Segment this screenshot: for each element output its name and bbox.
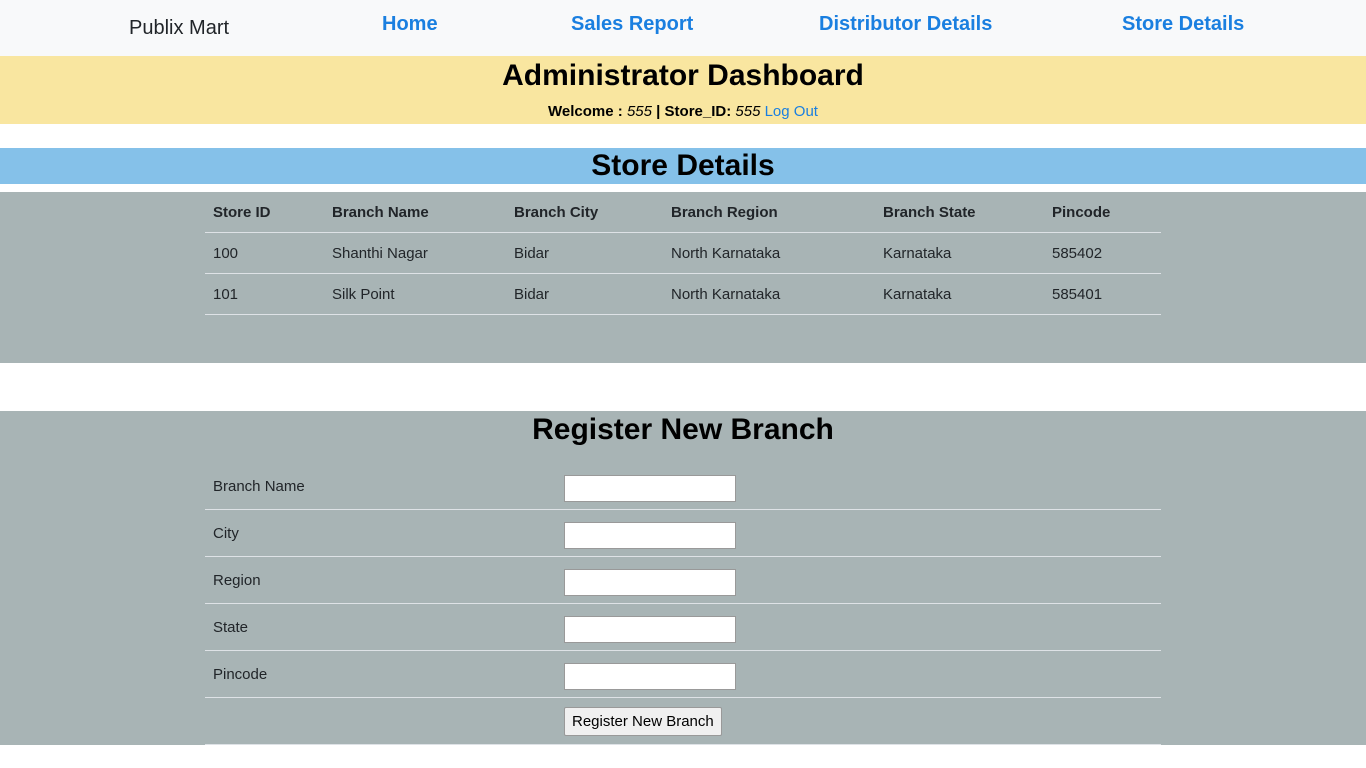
store-details-panel: Store ID Branch Name Branch City Branch … [0, 192, 1366, 363]
cell-branch-region: North Karnataka [663, 232, 875, 274]
table-header-row: Store ID Branch Name Branch City Branch … [205, 192, 1161, 233]
column-header: Branch Name [324, 192, 506, 233]
welcome-user-id: 555 [626, 103, 652, 120]
welcome-line: Welcome : 555 | Store_ID: 555 Log Out [0, 103, 1366, 120]
nav-link-store-details[interactable]: Store Details [1122, 13, 1244, 36]
form-row-region: Region [205, 557, 1161, 604]
cell-store-id: 101 [205, 273, 324, 315]
cell-branch-state: Karnataka [875, 273, 1044, 315]
table-row: 100 Shanthi Nagar Bidar North Karnataka … [205, 232, 1161, 274]
brand-name[interactable]: Publix Mart [129, 17, 229, 40]
column-header: Branch State [875, 192, 1044, 233]
column-header: Store ID [205, 192, 324, 233]
top-navbar: Publix Mart Home Sales Report Distributo… [0, 0, 1366, 56]
state-input[interactable] [564, 616, 736, 643]
region-input[interactable] [564, 569, 736, 596]
column-header: Pincode [1044, 192, 1161, 233]
cell-branch-name: Shanthi Nagar [324, 232, 506, 274]
store-id-value: 555 [735, 103, 761, 120]
register-branch-title: Register New Branch [532, 413, 834, 446]
nav-link-home[interactable]: Home [382, 13, 438, 36]
divider [205, 744, 1161, 745]
city-input[interactable] [564, 522, 736, 549]
logout-link[interactable]: Log Out [765, 103, 818, 120]
column-header: Branch Region [663, 192, 875, 233]
store-id-label: Store_ID: [664, 103, 732, 120]
column-header: Branch City [506, 192, 663, 233]
cell-pincode: 585401 [1044, 273, 1161, 315]
pincode-input[interactable] [564, 663, 736, 690]
pincode-label: Pincode [213, 666, 268, 683]
cell-pincode: 585402 [1044, 232, 1161, 274]
table-row: 101 Silk Point Bidar North Karnataka Kar… [205, 273, 1161, 315]
state-label: State [213, 619, 249, 636]
dashboard-header: Administrator Dashboard Welcome : 555 | … [0, 56, 1366, 124]
store-details-table: Store ID Branch Name Branch City Branch … [205, 192, 1161, 315]
register-new-branch-button[interactable]: Register New Branch [564, 707, 722, 736]
form-row-state: State [205, 604, 1161, 651]
separator: | [656, 103, 661, 120]
cell-branch-city: Bidar [506, 232, 663, 274]
nav-link-sales-report[interactable]: Sales Report [571, 13, 693, 36]
form-row-pincode: Pincode [205, 651, 1161, 698]
store-details-title-bar: Store Details [0, 148, 1366, 184]
branch-name-label: Branch Name [213, 478, 305, 495]
nav-link-distributor-details[interactable]: Distributor Details [819, 13, 992, 36]
store-details-title: Store Details [591, 149, 775, 182]
page-title: Administrator Dashboard [502, 59, 864, 92]
register-branch-panel: Register New Branch Branch Name City Reg… [0, 411, 1366, 745]
cell-branch-city: Bidar [506, 273, 663, 315]
cell-branch-name: Silk Point [324, 273, 506, 315]
city-label: City [213, 525, 239, 542]
form-row-city: City [205, 510, 1161, 557]
region-label: Region [213, 572, 261, 589]
form-row-branch-name: Branch Name [205, 463, 1161, 510]
cell-store-id: 100 [205, 232, 324, 274]
cell-branch-state: Karnataka [875, 232, 1044, 274]
cell-branch-region: North Karnataka [663, 273, 875, 315]
welcome-label: Welcome : [548, 103, 623, 120]
branch-name-input[interactable] [564, 475, 736, 502]
